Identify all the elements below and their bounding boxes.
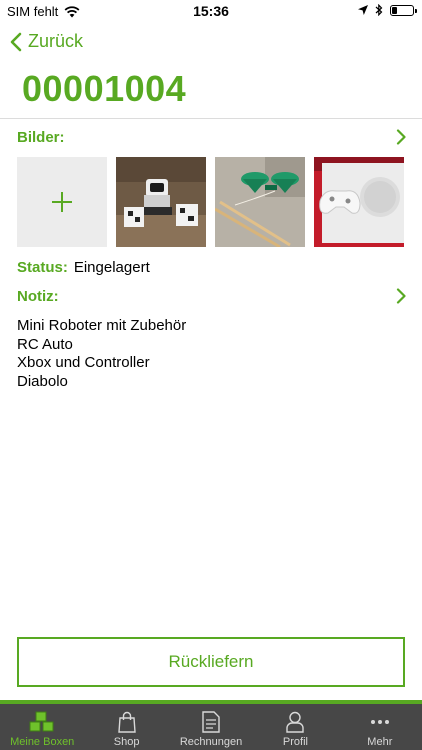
note-line: Mini Roboter mit Zubehör [17,317,187,334]
photo-thumbnail[interactable] [314,157,404,247]
shopping-bag-icon [117,711,136,733]
status-row: Status: Eingelagert [17,259,150,276]
status-bar-right [358,4,417,16]
add-photo-button[interactable] [17,157,107,247]
tab-profil[interactable]: Profil [253,704,337,750]
tab-label: Profil [282,736,308,748]
return-button[interactable]: Rückliefern [17,637,405,687]
tab-shop[interactable]: Shop [84,704,168,750]
battery-fill [392,6,397,14]
tab-mehr[interactable]: Mehr [338,704,422,750]
location-arrow-icon [358,5,368,15]
xbox-photo [314,157,404,247]
tab-label: Rechnungen [179,736,243,748]
more-icon [370,720,389,724]
page-title: 00001004 [22,68,187,109]
divider [0,118,422,119]
status-bar: SIM fehlt 15:36 [0,0,422,22]
notes-text: Mini Roboter mit Zubehör RC Auto Xbox un… [17,317,186,391]
images-label: Bilder: [17,129,65,146]
plus-icon [52,192,72,212]
photo-thumbnail[interactable] [215,157,305,247]
photo-strip [17,157,404,247]
back-button[interactable]: Zurück [10,31,83,52]
tab-label: Shop [113,736,140,748]
bluetooth-icon [375,4,383,16]
notes-label: Notiz: [17,288,59,305]
diabolo-photo [215,157,305,247]
profile-icon [286,711,305,733]
invoice-icon [202,711,220,733]
note-line: Xbox und Controller [17,354,150,371]
tab-rechnungen[interactable]: Rechnungen [169,704,253,750]
battery-icon [390,4,417,16]
tab-label: Meine Boxen [10,736,75,748]
tab-label: Mehr [367,736,393,748]
chevron-right-icon[interactable] [396,288,406,304]
tab-bar: Meine Boxen Shop Rechnungen Profil Mehr [0,700,422,750]
status-label: Status: [17,259,68,276]
chevron-left-icon [10,32,22,51]
boxes-icon [29,711,54,732]
status-value: Eingelagert [73,259,150,276]
note-line: Diabolo [17,372,68,390]
photo-thumbnail[interactable] [116,157,206,247]
chevron-right-icon[interactable] [396,129,406,145]
robot-toy-photo [116,157,206,247]
tab-meine-boxen[interactable]: Meine Boxen [0,704,84,750]
note-line: RC Auto [17,335,73,353]
back-label: Zurück [28,31,84,51]
